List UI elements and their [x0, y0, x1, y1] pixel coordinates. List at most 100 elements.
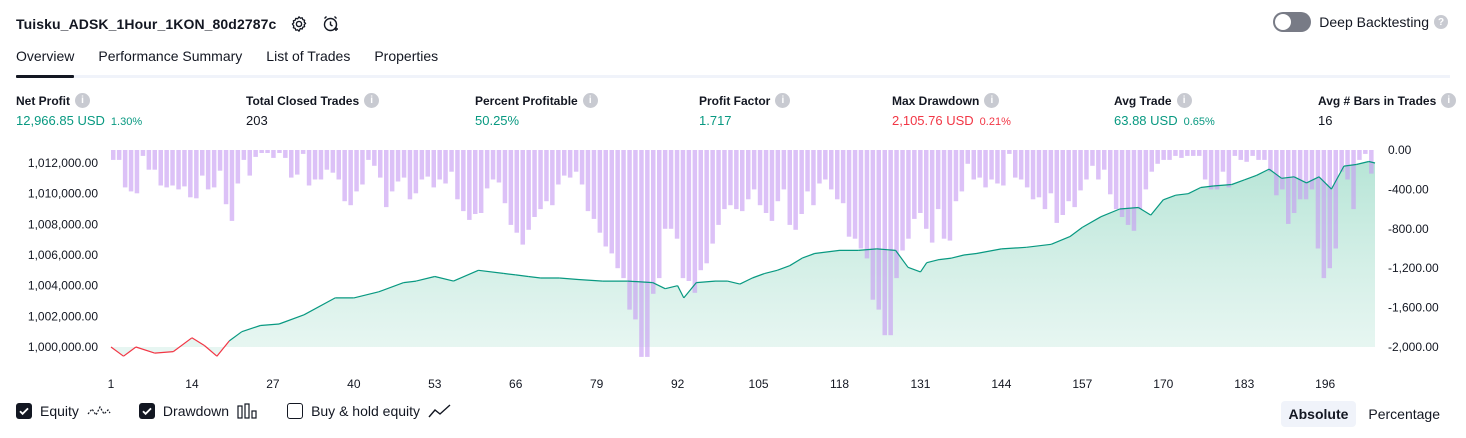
drawdown-bar [882, 150, 887, 336]
tab-list-of-trades[interactable]: List of Trades [266, 44, 350, 75]
deep-backtesting-label: Deep Backtesting [1319, 14, 1429, 30]
tab-performance-summary[interactable]: Performance Summary [98, 44, 242, 75]
x-axis-tick-label: 105 [749, 377, 769, 391]
drawdown-bar [111, 150, 116, 160]
help-icon[interactable]: ? [1434, 15, 1448, 29]
equity-drawdown-chart[interactable]: 1,012,000.00 1,010,000.00 1,008,000.00 1,00… [0, 140, 1466, 395]
metric-value-text: 12,966.85 USD [16, 113, 105, 128]
drawdown-bar [840, 150, 846, 204]
metric-pct: 0.65% [1183, 116, 1215, 128]
drawdown-bar [585, 150, 591, 212]
drawdown-bar [1303, 150, 1309, 200]
drawdown-bar [710, 150, 715, 244]
drawdown-checkbox[interactable] [138, 403, 155, 419]
metric-value-text: 50.25% [475, 113, 520, 128]
tab-properties[interactable]: Properties [374, 44, 438, 75]
drawdown-bar [1030, 150, 1036, 200]
info-icon[interactable]: i [1176, 93, 1192, 108]
drawdown-bar [621, 150, 626, 279]
drawdown-bar [906, 150, 911, 239]
info-icon[interactable]: i [984, 93, 1000, 108]
legend-buy-hold[interactable]: Buy & hold equity [287, 403, 452, 419]
drawdown-bar [407, 150, 413, 200]
metric-max-drawdown: Max Drawdown i 2,105.76 USD 0.21% [892, 93, 1011, 128]
drawdown-bar [1048, 150, 1054, 194]
drawdown-bar [781, 150, 787, 190]
metric-total-closed-trades: Total Closed Trades i 203 [246, 93, 380, 128]
drawdown-bar [217, 150, 223, 171]
drawdown-bar [200, 150, 205, 176]
add-alert-icon[interactable] [322, 15, 340, 33]
drawdown-bar [787, 150, 792, 225]
drawdown-bar [271, 150, 276, 158]
drawdown-bar [1018, 150, 1024, 180]
metric-label-text: Percent Profitable [475, 93, 578, 108]
drawdown-bar [1161, 150, 1166, 160]
drawdown-bar [538, 150, 543, 210]
drawdown-bar [870, 150, 876, 300]
drawdown-bar [728, 150, 733, 206]
metric-label-text: Max Drawdown [892, 93, 980, 108]
drawdown-bar [1155, 150, 1160, 164]
metrics-row: Net Profit i 12,966.85 USD 1.30% Total Clo… [16, 93, 1457, 133]
gear-icon[interactable] [290, 15, 308, 33]
drawdown-bar [372, 150, 377, 166]
drawdown-bar [852, 150, 858, 239]
drawdown-bar [241, 150, 247, 160]
drawdown-bar [484, 150, 490, 189]
drawdown-bar [912, 150, 917, 219]
info-icon[interactable]: i [1441, 93, 1457, 108]
drawdown-bar [419, 150, 425, 180]
drawdown-bar [496, 150, 502, 183]
equity-checkbox[interactable] [16, 403, 32, 419]
drawdown-bar [567, 150, 573, 178]
metric-value-text: 203 [246, 113, 268, 128]
drawdown-bar [289, 150, 294, 178]
drawdown-bar [722, 150, 727, 210]
tab-overview[interactable]: Overview [16, 44, 75, 78]
info-icon[interactable]: i [364, 93, 380, 108]
drawdown-bar [295, 150, 300, 175]
legend-drawdown[interactable]: Drawdown [138, 403, 259, 419]
metric-value: 63.88 USD 0.65% [1114, 113, 1215, 128]
drawdown-bar [935, 150, 941, 210]
x-axis-tick-label: 66 [509, 377, 523, 391]
info-icon[interactable]: i [582, 93, 598, 108]
drawdown-bar [360, 150, 365, 185]
drawdown-bar [526, 150, 531, 230]
left-axis-tick-label: 1,004,000.00 [28, 279, 98, 293]
x-axis-tick-label: 40 [347, 377, 361, 391]
drawdown-bar [1297, 150, 1303, 200]
drawdown-bar [389, 150, 395, 192]
drawdown-bar [1333, 150, 1338, 249]
drawdown-bar [959, 150, 965, 192]
drawdown-bar [579, 150, 585, 185]
info-icon[interactable]: i [75, 93, 90, 108]
drawdown-bar [562, 150, 567, 176]
drawdown-bar [769, 150, 775, 221]
drawdown-bar [461, 150, 466, 212]
buy-hold-checkbox[interactable] [287, 403, 304, 419]
drawdown-bar [799, 150, 804, 214]
metric-value-text: 2,105.76 USD [892, 113, 974, 128]
x-axis-tick-label: 196 [1315, 377, 1335, 391]
drawdown-bar [1250, 150, 1255, 156]
x-axis-tick-label: 183 [1234, 377, 1254, 391]
drawdown-bar [1238, 150, 1243, 160]
drawdown-bar [1108, 150, 1113, 195]
percentage-button[interactable]: Percentage [1360, 401, 1448, 427]
drawdown-bar [312, 150, 318, 180]
legend-equity[interactable]: Equity [16, 403, 111, 419]
metric-value-text: 1.717 [699, 113, 732, 128]
drawdown-bar [1226, 150, 1232, 188]
absolute-button[interactable]: Absolute [1280, 401, 1357, 427]
drawdown-bar [1167, 150, 1172, 160]
deep-backtesting-toggle[interactable] [1273, 12, 1312, 32]
drawdown-bar [633, 150, 638, 320]
metric-label-text: Avg Trade [1114, 93, 1172, 108]
right-axis-tick-label: -1,200.00 [1388, 261, 1439, 275]
drawdown-bar [1078, 150, 1083, 191]
x-axis-tick-label: 144 [991, 377, 1011, 391]
info-icon[interactable]: i [775, 93, 791, 108]
drawdown-bar [1090, 150, 1095, 166]
